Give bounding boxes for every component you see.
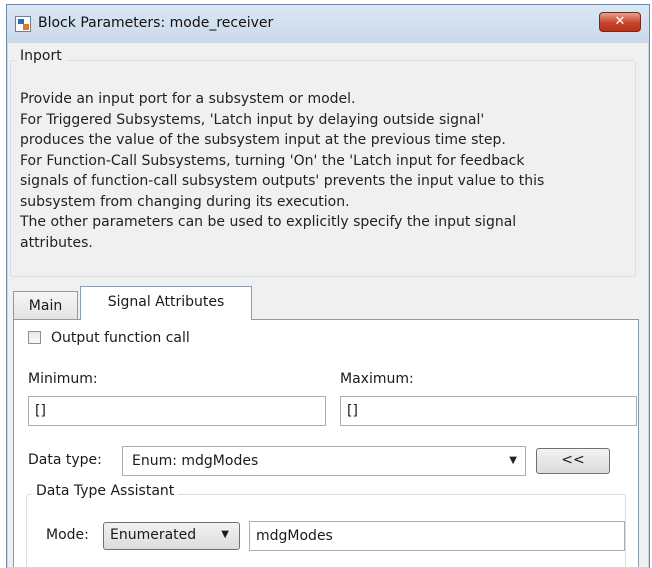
block-description: Provide an input port for a subsystem or… [20, 89, 630, 253]
tab-signal-attributes[interactable]: Signal Attributes [80, 286, 252, 320]
data-type-value: Enum: mdgModes [132, 453, 259, 469]
data-type-assistant-title: Data Type Assistant [32, 483, 179, 499]
output-function-call-checkbox[interactable] [28, 331, 41, 344]
description-line: subsystem from changing during its execu… [20, 193, 350, 210]
tab-main[interactable]: Main [13, 291, 78, 319]
chevron-down-icon: ▼ [509, 455, 517, 466]
window-title: Block Parameters: mode_receiver [38, 15, 274, 31]
data-type-assistant-button[interactable]: << [536, 448, 610, 474]
description-line: produces the value of the subsystem inpu… [20, 132, 506, 148]
mode-value: Enumerated [110, 527, 197, 543]
data-type-label: Data type: [28, 452, 102, 468]
description-line: For Triggered Subsystems, 'Latch input b… [20, 111, 485, 128]
enum-name-input[interactable]: mdgModes [249, 521, 625, 551]
description-line: The other parameters can be used to expl… [20, 214, 517, 230]
description-line: Provide an input port for a subsystem or… [20, 91, 356, 107]
description-line: For Function-Call Subsystems, turning 'O… [20, 152, 525, 169]
simulink-block-icon [15, 16, 31, 32]
description-line: signals of function-call subsystem outpu… [20, 173, 545, 189]
maximum-label: Maximum: [340, 371, 414, 387]
data-type-select[interactable]: Enum: mdgModes ▼ [122, 446, 526, 476]
title-bar[interactable]: Block Parameters: mode_receiver ✕ [7, 5, 649, 43]
output-function-call-label: Output function call [51, 330, 190, 346]
close-button[interactable]: ✕ [599, 12, 641, 32]
description-line: attributes. [20, 234, 93, 251]
mode-select[interactable]: Enumerated ▼ [103, 522, 240, 550]
chevron-down-icon: ▼ [221, 529, 229, 540]
group-title: Inport [16, 48, 66, 64]
minimum-input[interactable]: [] [28, 396, 326, 426]
close-icon: ✕ [614, 14, 626, 29]
minimum-label: Minimum: [28, 371, 98, 387]
mode-label: Mode: [46, 527, 89, 543]
maximum-input[interactable]: [] [340, 396, 637, 426]
